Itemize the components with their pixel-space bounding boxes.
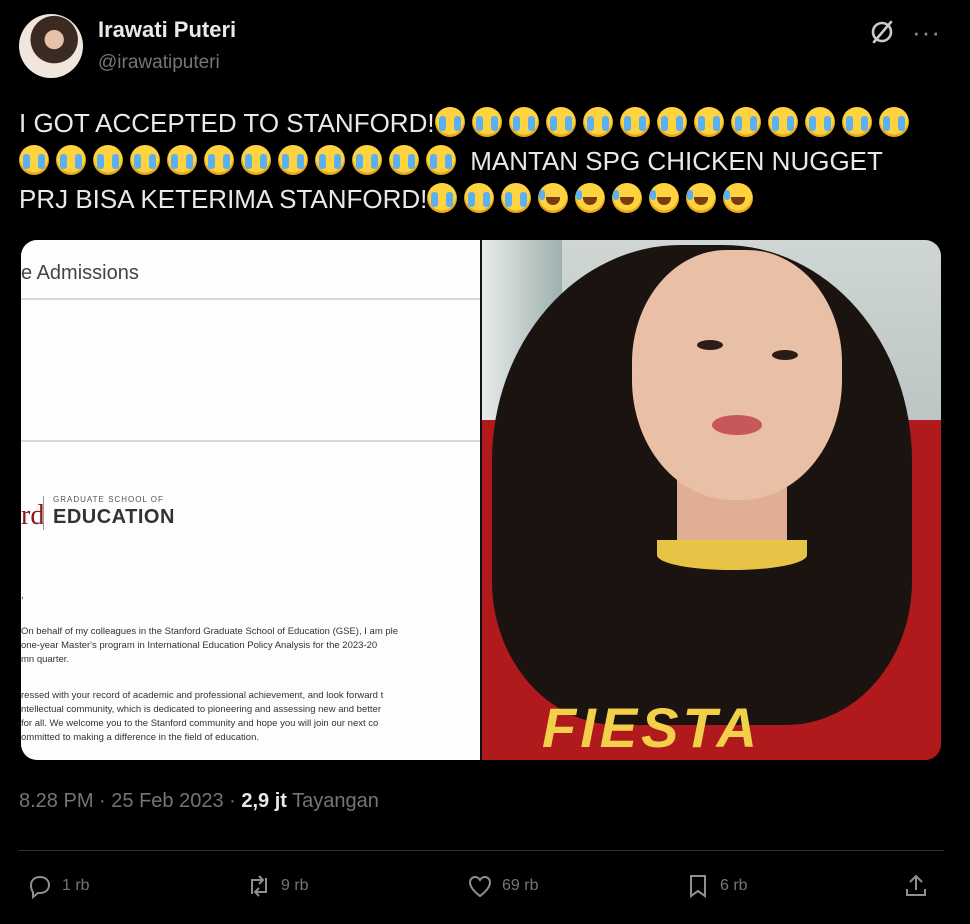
laughing-emoji-icon xyxy=(612,183,643,213)
more-icon[interactable]: ··· xyxy=(912,17,941,48)
crying-emoji-icon xyxy=(278,145,308,175)
doc-paragraph-line: one-year Master's program in Internation… xyxy=(21,640,378,651)
photo-shirt-text: FIESTA xyxy=(542,696,761,759)
tweet-text: I GOT ACCEPTED TO STANFORD! MANTAN SPG C… xyxy=(19,104,949,218)
meta-separator: · xyxy=(99,790,112,812)
crying-emoji-icon xyxy=(730,107,761,137)
share-icon xyxy=(906,874,926,896)
laughing-emoji-icon xyxy=(649,183,680,213)
crying-emoji-icon xyxy=(352,145,382,175)
tweet-date[interactable]: 25 Feb 2023 xyxy=(111,790,223,812)
reply-button[interactable]: 1 rb xyxy=(26,872,90,900)
grok-icon[interactable] xyxy=(868,18,896,46)
emoji-row2 xyxy=(19,145,463,176)
doc-paragraph-line: ressed with your record of academic and … xyxy=(21,690,384,701)
crying-emoji-icon xyxy=(582,107,613,137)
crying-emoji-icon xyxy=(93,145,123,175)
doc-salutation: , xyxy=(21,590,24,601)
crying-emoji-icon xyxy=(389,145,419,175)
crying-emoji-icon xyxy=(841,107,872,137)
laughing-emoji-icon xyxy=(538,183,569,213)
doc-divider xyxy=(21,440,480,442)
crying-emoji-icon xyxy=(19,145,49,175)
tweet-media[interactable]: e Admissions rd GRADUATE SCHOOL OF EDUCA… xyxy=(21,240,941,760)
tweet-text-part1: I GOT ACCEPTED TO STANFORD! xyxy=(19,108,435,138)
doc-divider xyxy=(21,298,480,300)
like-button[interactable]: 69 rb xyxy=(466,872,538,900)
tweet-text-part3: PRJ BISA KETERIMA STANFORD! xyxy=(19,184,428,214)
retweet-icon xyxy=(251,875,267,897)
doc-logo-school: GRADUATE SCHOOL OF xyxy=(53,495,164,504)
tweet-meta: 8.28 PM · 25 Feb 2023 · 2,9 jt Tayangan xyxy=(19,790,379,813)
crying-emoji-icon xyxy=(427,183,458,213)
crying-emoji-icon xyxy=(204,145,234,175)
doc-paragraph-line: On behalf of my colleagues in the Stanfo… xyxy=(21,626,399,637)
photo-face xyxy=(632,250,842,500)
crying-emoji-icon xyxy=(656,107,687,137)
views-count: 2,9 jt xyxy=(241,790,287,812)
action-divider xyxy=(19,850,944,851)
laughing-emoji-icon xyxy=(686,183,717,213)
crying-emoji-icon xyxy=(56,145,86,175)
author-handle[interactable]: @irawatiputeri xyxy=(98,52,220,74)
crying-emoji-icon xyxy=(241,145,271,175)
crying-emoji-icon xyxy=(464,183,495,213)
photo-lips xyxy=(712,415,762,435)
crying-emoji-icon xyxy=(130,145,160,175)
crying-emoji-icon xyxy=(501,183,532,213)
retweet-button[interactable]: 9 rb xyxy=(245,872,309,900)
photo-collar xyxy=(657,540,807,570)
like-count: 69 rb xyxy=(502,877,539,894)
admission-letter-image[interactable]: e Admissions rd GRADUATE SCHOOL OF EDUCA… xyxy=(21,240,480,760)
emoji-row1 xyxy=(434,107,916,138)
retweet-count: 9 rb xyxy=(281,877,309,894)
share-button[interactable] xyxy=(902,872,930,900)
author-name[interactable]: Irawati Puteri xyxy=(98,17,236,43)
bookmark-button[interactable]: 6 rb xyxy=(684,872,748,900)
avatar[interactable] xyxy=(19,14,83,78)
crying-emoji-icon xyxy=(545,107,576,137)
heart-icon xyxy=(468,875,492,898)
doc-paragraph-line: ntellectual community, which is dedicate… xyxy=(21,704,381,715)
crying-emoji-icon xyxy=(434,107,465,137)
doc-logo-dept: EDUCATION xyxy=(53,506,175,528)
crying-emoji-icon xyxy=(878,107,909,137)
laughing-emoji-icon xyxy=(575,183,606,213)
crying-emoji-icon xyxy=(471,107,502,137)
meta-separator: · xyxy=(229,790,242,812)
crying-emoji-icon xyxy=(619,107,650,137)
crying-emoji-icon xyxy=(508,107,539,137)
laughing-emoji-icon xyxy=(723,183,754,213)
photo-eye xyxy=(772,350,798,360)
bookmark-count: 6 rb xyxy=(720,877,748,894)
emoji-row3 xyxy=(427,183,760,214)
reply-count: 1 rb xyxy=(62,877,90,894)
bookmark-icon xyxy=(690,875,706,898)
doc-paragraph-line: mn quarter. xyxy=(21,654,70,665)
crying-emoji-icon xyxy=(167,145,197,175)
views-label: Tayangan xyxy=(292,790,379,812)
photo-eye xyxy=(697,340,723,350)
tweet-time[interactable]: 8.28 PM xyxy=(19,790,93,812)
crying-emoji-icon xyxy=(767,107,798,137)
crying-emoji-icon xyxy=(804,107,835,137)
crying-emoji-icon xyxy=(693,107,724,137)
doc-logo-mark: rd xyxy=(21,500,45,531)
crying-emoji-icon xyxy=(315,145,345,175)
crying-emoji-icon xyxy=(426,145,456,175)
reply-icon xyxy=(29,875,51,900)
selfie-photo[interactable]: FIESTA xyxy=(482,240,941,760)
doc-paragraph-line: for all. We welcome you to the Stanford … xyxy=(21,718,379,729)
tweet-text-part2: MANTAN SPG CHICKEN NUGGET xyxy=(463,146,883,176)
doc-paragraph-line: ommitted to making a difference in the f… xyxy=(21,732,259,743)
doc-header: e Admissions xyxy=(21,262,139,284)
doc-logo-separator xyxy=(43,496,44,530)
